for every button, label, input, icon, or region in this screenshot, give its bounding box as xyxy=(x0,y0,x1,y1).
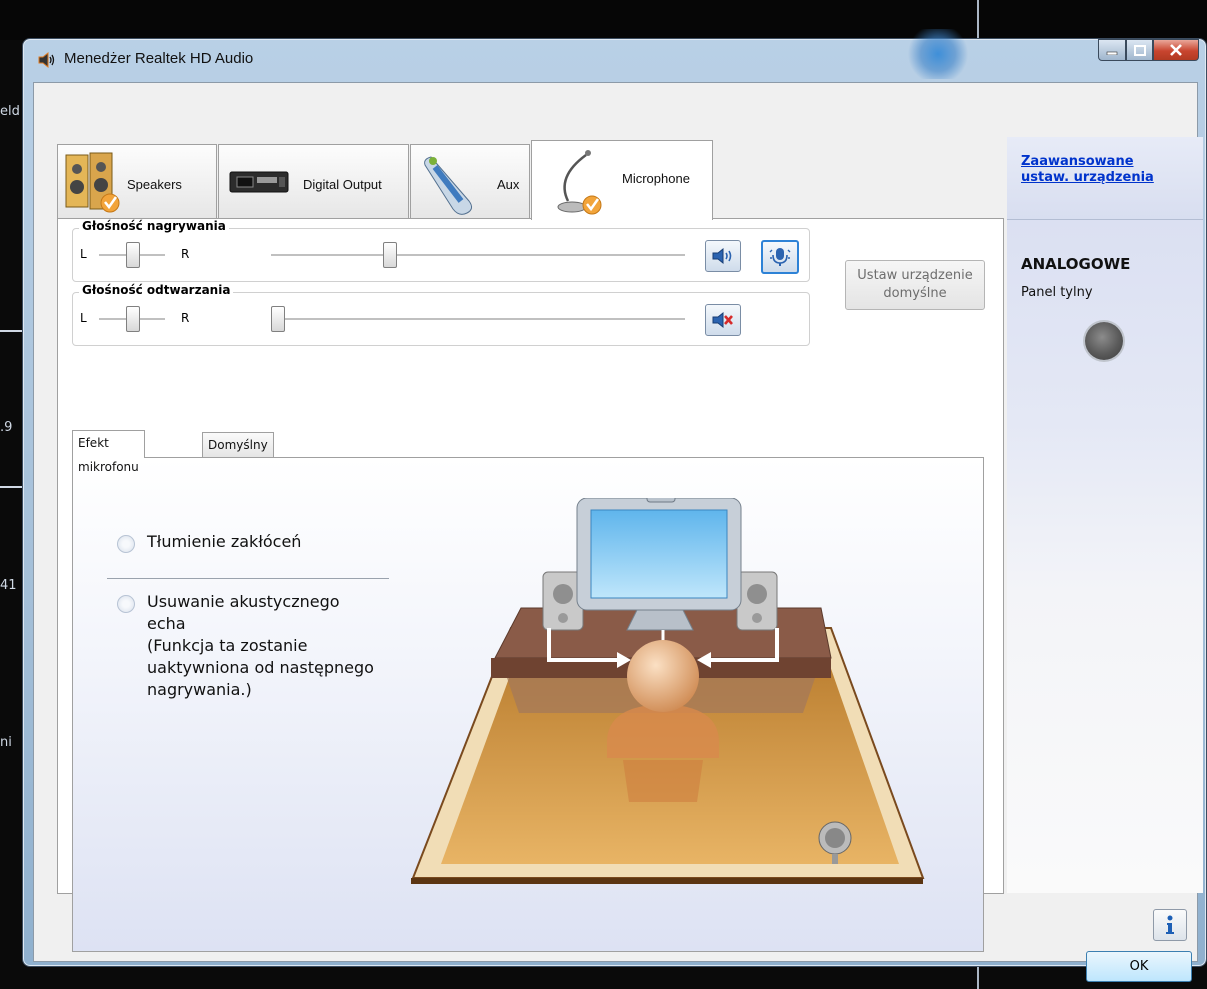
jack-status-area: ANALOGOWE Panel tylny xyxy=(1007,220,1203,893)
ok-button[interactable]: OK xyxy=(1086,951,1192,982)
close-button[interactable] xyxy=(1153,39,1199,61)
rear-panel-label: Panel tylny xyxy=(1021,285,1093,300)
recording-volume-title: Głośność nagrywania xyxy=(79,219,229,233)
balance-left-label: L xyxy=(80,311,87,325)
digital-output-icon xyxy=(229,171,289,193)
recording-volume-track xyxy=(271,254,685,257)
tab-speakers-label: Speakers xyxy=(127,177,182,192)
set-default-line: Ustaw urządzenie xyxy=(857,268,973,283)
echo-cancellation-radio[interactable] xyxy=(117,595,135,613)
window-controls xyxy=(1098,39,1199,61)
speaker-muted-icon xyxy=(712,311,733,329)
tab-microphone-label: Microphone xyxy=(622,171,690,186)
desktop-text-fragment: 41 xyxy=(0,578,17,593)
noise-suppression-radio[interactable] xyxy=(117,535,135,553)
playback-volume-slider[interactable] xyxy=(271,306,285,332)
tab-digital-output[interactable]: Digital Output xyxy=(218,144,409,219)
tab-digital-output-label: Digital Output xyxy=(303,177,382,192)
room-illustration xyxy=(411,498,925,884)
echo-note-line: uaktywniona od następnego xyxy=(147,658,374,677)
playback-balance-slider[interactable] xyxy=(126,306,140,332)
desktop-line xyxy=(0,486,22,488)
connector-panel: Zaawansowane ustaw. urządzenia ANALOGOWE… xyxy=(1007,137,1205,893)
advanced-device-settings-link[interactable]: Zaawansowane ustaw. urządzenia xyxy=(1021,154,1154,186)
playback-volume-group: Głośność odtwarzania L R xyxy=(72,283,810,346)
tab-default-format[interactable]: Domyślny format xyxy=(202,432,274,476)
desktop-text-fragment: eld xyxy=(0,104,20,119)
title-bar[interactable]: Menedżer Realtek HD Audio xyxy=(23,29,1206,81)
device-panel: Speakers Digital Output Aux Microphone G… xyxy=(57,140,1004,952)
aux-player-icon xyxy=(424,156,473,215)
recording-volume-group: Głośność nagrywania L R xyxy=(72,219,810,282)
analog-heading: ANALOGOWE xyxy=(1021,255,1131,273)
balance-right-label: R xyxy=(181,247,190,261)
desktop-divider xyxy=(977,0,979,40)
noise-suppression-label[interactable]: Tłumienie zakłóceń xyxy=(147,531,301,553)
advanced-link-line: ustaw. urządzenia xyxy=(1021,170,1154,185)
speaker-icon xyxy=(38,51,55,69)
playback-mute-button[interactable] xyxy=(705,304,741,336)
echo-note-line: nagrywania.) xyxy=(147,680,252,699)
info-button[interactable] xyxy=(1153,909,1187,941)
minimize-icon xyxy=(1106,51,1118,55)
info-icon xyxy=(1166,915,1174,934)
maximize-icon xyxy=(1133,44,1146,56)
set-default-line: domyślne xyxy=(883,286,947,301)
echo-label-line: Usuwanie akustycznego xyxy=(147,592,340,611)
recording-balance-slider[interactable] xyxy=(126,242,140,268)
microphone-settings: Głośność nagrywania L R Głośność odtwarz… xyxy=(57,218,1004,952)
tab-speakers[interactable]: Speakers xyxy=(57,144,217,219)
set-default-device-button[interactable]: Ustaw urządzenie domyślne xyxy=(845,260,985,310)
window-title: Menedżer Realtek HD Audio xyxy=(64,50,254,67)
echo-note-line: (Funkcja ta zostanie xyxy=(147,636,308,655)
advanced-settings-area: Zaawansowane ustaw. urządzenia xyxy=(1007,137,1203,220)
desktop-text-fragment: .9 xyxy=(0,420,13,435)
balance-right-label: R xyxy=(181,311,190,325)
recording-volume-slider[interactable] xyxy=(383,242,397,268)
recording-mute-button[interactable] xyxy=(705,240,741,272)
microphone-boost-button[interactable] xyxy=(761,240,799,274)
echo-label-line: echa xyxy=(147,614,186,633)
right-speaker xyxy=(736,571,778,631)
tab-aux[interactable]: Aux xyxy=(410,144,530,219)
tab-microphone-effects[interactable]: Efekt mikrofonu xyxy=(72,430,145,474)
client-area: Speakers Digital Output Aux Microphone G… xyxy=(33,82,1203,982)
playback-volume-title: Głośność odtwarzania xyxy=(79,283,234,297)
minimize-button[interactable] xyxy=(1098,39,1126,61)
desktop-background xyxy=(0,0,1207,40)
options-separator xyxy=(107,578,389,579)
echo-cancellation-label[interactable]: Usuwanie akustycznego echa (Funkcja ta z… xyxy=(147,591,374,701)
maximize-button[interactable] xyxy=(1126,39,1153,61)
microphone-boost-icon xyxy=(769,248,791,266)
tab-aux-label: Aux xyxy=(497,177,520,192)
speaker-volume-icon xyxy=(712,247,732,265)
taskbar-glow xyxy=(903,29,973,79)
tab-microphone[interactable]: Microphone xyxy=(531,140,713,220)
balance-left-label: L xyxy=(80,247,87,261)
desktop-text-fragment: ni xyxy=(0,735,12,750)
realtek-audio-window: Menedżer Realtek HD Audio Speakers Digit… xyxy=(22,29,1207,982)
speakers-icon xyxy=(65,152,120,213)
microphone-effects-panel: Tłumienie zakłóceń Usuwanie akustycznego… xyxy=(72,457,984,952)
audio-jack-icon[interactable] xyxy=(1085,322,1123,360)
close-icon xyxy=(1170,44,1182,56)
microphone-icon xyxy=(557,150,602,215)
playback-volume-track xyxy=(271,318,685,321)
desktop-line xyxy=(0,330,22,332)
advanced-link-line: Zaawansowane xyxy=(1021,154,1134,169)
